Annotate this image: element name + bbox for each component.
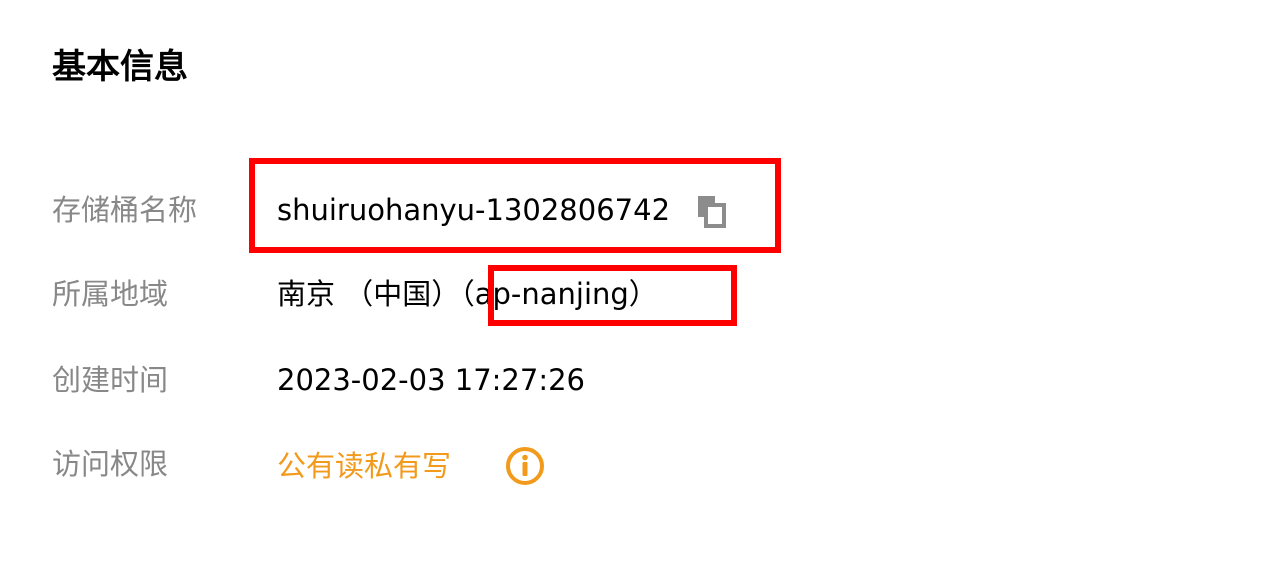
access-permission-link[interactable]: 公有读私有写 (277, 446, 451, 486)
section-title: 基本信息 (52, 47, 188, 87)
region-label: 所属地域 (52, 277, 169, 311)
created-time-label: 创建时间 (52, 363, 169, 397)
bucket-name-highlight (249, 158, 781, 253)
region-code-highlight (488, 265, 737, 326)
info-icon[interactable] (505, 446, 545, 486)
bucket-name-label: 存储桶名称 (52, 193, 198, 227)
access-permission-label: 访问权限 (52, 447, 169, 481)
created-time-value: 2023-02-03 17:27:26 (277, 363, 585, 397)
